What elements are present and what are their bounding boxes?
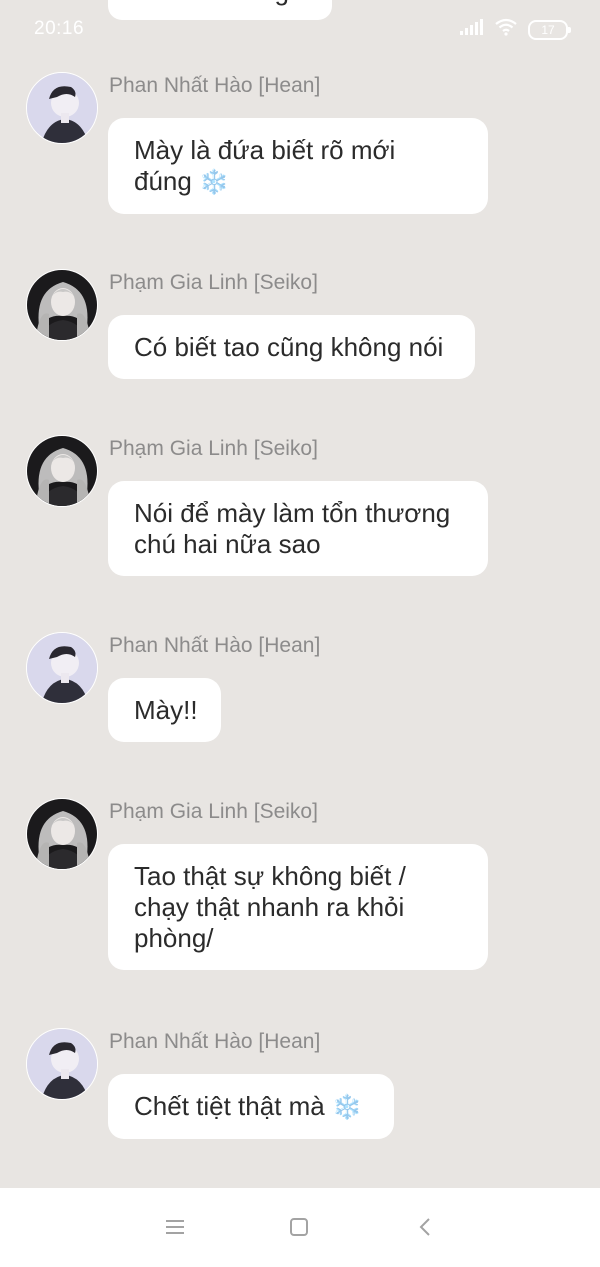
home-icon[interactable]	[284, 1212, 314, 1242]
sender-name: Phạm Gia Linh [Seiko]	[109, 271, 318, 294]
message-line-with-emoji: Chết tiệt thật mà ❄️	[134, 1091, 368, 1123]
message-bubble[interactable]: Tao thật sự không biết / chạy thật nhanh…	[108, 844, 488, 970]
sender-name: Phan Nhất Hào [Hean]	[109, 1030, 321, 1053]
avatar-seiko[interactable]	[26, 798, 98, 870]
message-bubble[interactable]: Có biết tao cũng không nói	[108, 315, 475, 379]
snowflake-icon: ❄️	[332, 1093, 362, 1121]
message-line: Tao thật sự không biết /	[134, 861, 406, 891]
sender-name: Phạm Gia Linh [Seiko]	[109, 800, 318, 823]
message-line: phòng/	[134, 923, 214, 953]
message-line: Chết tiệt thật mà	[134, 1091, 325, 1121]
avatar-seiko[interactable]	[26, 435, 98, 507]
avatar-hean[interactable]	[26, 632, 98, 704]
message-line: đúng	[134, 166, 192, 196]
message-bubble[interactable]: Mày!!	[108, 678, 221, 742]
menu-icon[interactable]	[160, 1212, 190, 1242]
message-line: Có biết tao cũng không nói	[134, 332, 444, 362]
back-icon[interactable]	[410, 1212, 440, 1242]
message-line: Nói để mày làm tổn thương	[134, 498, 451, 528]
avatar-seiko[interactable]	[26, 269, 98, 341]
message-line-with-emoji: đúng ❄️	[134, 166, 462, 198]
previous-message-bubble[interactable]: ng	[108, 0, 332, 20]
navigation-bar	[0, 1188, 600, 1267]
avatar-hean[interactable]	[26, 72, 98, 144]
sender-name: Phan Nhất Hào [Hean]	[109, 634, 321, 657]
snowflake-icon: ❄️	[199, 168, 229, 196]
sender-name: Phan Nhất Hào [Hean]	[109, 74, 321, 97]
message-bubble[interactable]: Nói để mày làm tổn thương chú hai nữa sa…	[108, 481, 488, 576]
message-bubble[interactable]: Mày là đứa biết rõ mới đúng ❄️	[108, 118, 488, 214]
message-line: chú hai nữa sao	[134, 529, 321, 559]
message-line: Mày là đứa biết rõ mới	[134, 135, 396, 165]
message-bubble[interactable]: Chết tiệt thật mà ❄️	[108, 1074, 394, 1139]
sender-name: Phạm Gia Linh [Seiko]	[109, 437, 318, 460]
chat-list[interactable]: ng Phan Nhất Hào [Hean] Mày là đứa biết …	[0, 0, 600, 1188]
message-line: chạy thật nhanh ra khỏi	[134, 892, 405, 922]
previous-message-text: ng	[260, 0, 289, 7]
avatar-hean[interactable]	[26, 1028, 98, 1100]
message-line: Mày!!	[134, 695, 198, 725]
